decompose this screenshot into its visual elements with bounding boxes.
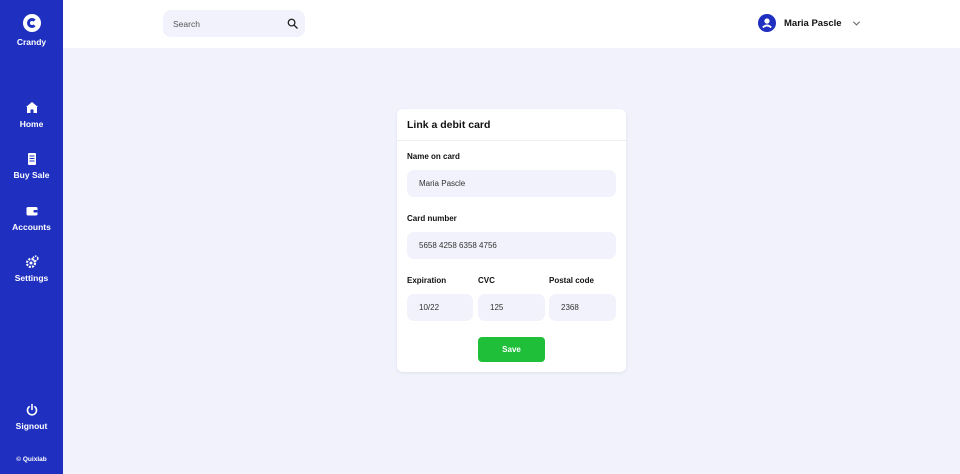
gear-icon [25, 255, 39, 269]
search-input[interactable] [173, 10, 283, 37]
sidebar-item-label: Settings [14, 273, 49, 283]
top-bar: Maria Pascle [63, 0, 960, 48]
power-icon [26, 403, 37, 416]
card-number-field[interactable] [407, 232, 616, 259]
chevron-down-icon[interactable] [852, 19, 861, 28]
signout-label: Signout [15, 421, 48, 431]
receipt-icon [27, 153, 36, 165]
name-on-card-label: Name on card [407, 152, 460, 161]
user-name: Maria Pascle [784, 18, 842, 29]
sidebar-item-label: Buy Sale [13, 170, 50, 180]
signout-button[interactable]: Signout [0, 403, 63, 431]
brand-name: Crandy [16, 37, 47, 47]
postal-code-field[interactable] [549, 294, 616, 321]
cvc-label: CVC [478, 276, 495, 285]
name-on-card-field[interactable] [407, 170, 616, 197]
postal-code-label: Postal code [549, 276, 594, 285]
home-icon [25, 102, 38, 113]
save-button[interactable]: Save [478, 337, 545, 362]
sidebar-item-home[interactable]: Home [0, 101, 63, 129]
sidebar-item-buy-sale[interactable]: Buy Sale [0, 152, 63, 180]
sidebar-item-settings[interactable]: Settings [0, 255, 63, 283]
copyright: © Quixlab [16, 456, 47, 463]
wallet-icon [26, 207, 37, 216]
card-number-label: Card number [407, 214, 457, 223]
sidebar-item-label: Home [19, 119, 44, 129]
avatar[interactable] [758, 14, 776, 32]
expiration-field[interactable] [407, 294, 473, 321]
search-box [163, 10, 305, 37]
user-icon [762, 18, 772, 29]
sidebar: Crandy Home Buy Sale Accounts Settings S… [0, 0, 63, 474]
expiration-label: Expiration [407, 276, 447, 285]
sidebar-item-accounts[interactable]: Accounts [0, 204, 63, 232]
brand[interactable]: Crandy [0, 14, 63, 47]
crandy-logo-icon [22, 14, 41, 32]
search-icon[interactable] [287, 18, 298, 29]
cvc-field[interactable] [478, 294, 545, 321]
link-debit-card-panel: Link a debit card Name on card Card numb… [397, 109, 626, 372]
card-title: Link a debit card [407, 119, 491, 131]
divider [397, 140, 626, 141]
sidebar-item-label: Accounts [12, 222, 51, 232]
